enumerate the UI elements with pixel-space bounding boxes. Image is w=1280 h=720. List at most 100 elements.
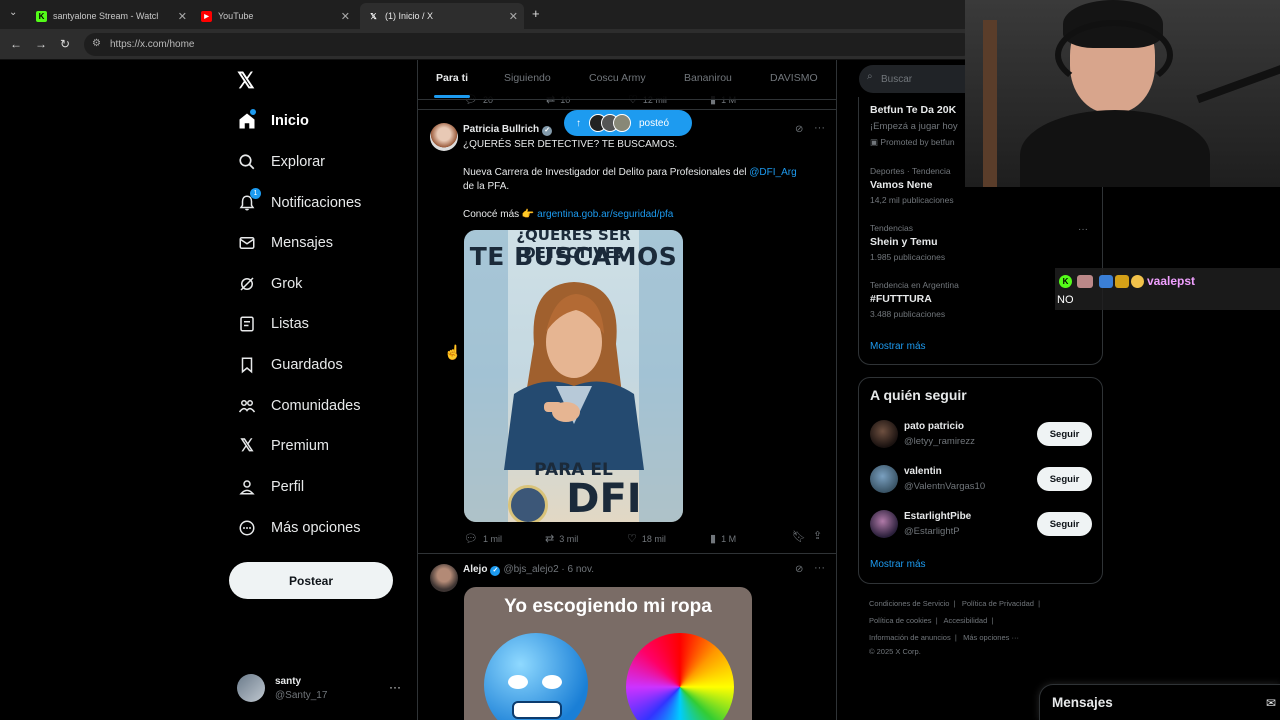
sidebar-item-mas-opciones[interactable]: Más opciones — [237, 515, 360, 541]
x-logo-icon[interactable]: 𝕏 — [237, 68, 255, 94]
close-icon[interactable]: ✕ — [178, 10, 187, 23]
poster-figure — [504, 282, 644, 470]
mention-link[interactable]: @DFI_Arg — [749, 167, 796, 178]
search-icon — [237, 152, 257, 172]
site-settings-icon[interactable]: ⚙ — [92, 38, 101, 49]
trend-context: Tendencias — [870, 223, 914, 233]
posted-label: posteó — [639, 117, 670, 129]
messages-drawer[interactable]: Mensajes ✉ — [1039, 684, 1280, 720]
new-posts-pill[interactable]: ↑ posteó — [564, 110, 692, 136]
sidebar-item-mensajes[interactable]: Mensajes — [237, 230, 333, 256]
show-more-link[interactable]: Mostrar más — [870, 559, 926, 570]
tab-x[interactable]: 𝕏 (1) Inicio / X ✕ — [360, 3, 524, 29]
forward-icon[interactable]: → — [35, 37, 47, 51]
trend-name[interactable]: Betfun Te Da 20K — [870, 104, 956, 116]
chat-badge-icon: K — [1059, 275, 1072, 288]
close-icon[interactable]: ✕ — [341, 10, 350, 23]
like-count[interactable]: ♡ 18 mil — [627, 532, 666, 545]
trend-name[interactable]: Shein y Temu — [870, 236, 938, 248]
guitar-neck — [983, 20, 997, 187]
sidebar-item-comunidades[interactable]: Comunidades — [237, 393, 360, 419]
repost-count[interactable]: ⇄ 3 mil — [545, 532, 578, 545]
tab-para-ti[interactable]: Para ti — [436, 72, 468, 84]
url-input[interactable]: ⚙ https://x.com/home — [84, 33, 974, 56]
account-switcher[interactable]: santy @Santy_17 ··· — [237, 674, 407, 706]
verified-badge-icon: ✓ — [490, 566, 501, 576]
chat-badge-icon — [1131, 275, 1144, 288]
close-icon[interactable]: ✕ — [509, 10, 518, 23]
verified-badge-icon: ✓ — [542, 126, 553, 136]
footer-link[interactable]: Más opciones ··· — [963, 633, 1019, 642]
sidebar-item-explorar[interactable]: Explorar — [237, 149, 325, 175]
notification-badge: 1 — [250, 188, 261, 199]
follow-button[interactable]: Seguir — [1037, 512, 1092, 536]
avatar[interactable] — [870, 510, 898, 538]
avatar[interactable] — [870, 465, 898, 493]
suggested-user-name[interactable]: EstarlightPibe — [904, 511, 971, 522]
show-more-link[interactable]: Mostrar más — [870, 341, 926, 352]
sidebar-item-guardados[interactable]: Guardados — [237, 352, 343, 378]
sidebar-item-inicio[interactable]: Inicio — [237, 108, 309, 134]
chat-username: vaalepst — [1147, 274, 1196, 288]
follow-button[interactable]: Seguir — [1037, 467, 1092, 491]
author-name[interactable]: Alejo ✓ @bjs_alejo2 · 6 nov. — [463, 564, 594, 576]
account-handle: @Santy_17 — [275, 690, 328, 701]
follow-button[interactable]: Seguir — [1037, 422, 1092, 446]
author-meta: @bjs_alejo2 · 6 nov. — [503, 564, 595, 575]
avatar-stack — [589, 114, 631, 132]
tab-siguiendo[interactable]: Siguiendo — [504, 72, 551, 84]
tab-youtube[interactable]: ▶ YouTube ✕ — [193, 3, 356, 29]
reply-count[interactable]: 💬︎ 1 mil — [464, 532, 502, 545]
footer-link[interactable]: Política de Privacidad — [962, 599, 1034, 608]
post-button[interactable]: Postear — [229, 562, 393, 599]
sidebar-item-grok[interactable]: Grok — [237, 271, 302, 297]
trend-name[interactable]: #FUTTTURA — [870, 293, 932, 305]
reload-icon[interactable]: ↻ — [60, 37, 70, 51]
suggested-user-name[interactable]: valentin — [904, 466, 942, 477]
mail-icon — [237, 233, 257, 253]
trend-sub: 3.488 publicaciones — [870, 309, 946, 319]
footer-link[interactable]: Política de cookies — [869, 616, 932, 625]
more-icon[interactable]: ··· — [814, 562, 825, 574]
footer-row: Condiciones de Servicio | Política de Pr… — [869, 599, 1041, 608]
share-icon[interactable]: ⇪ — [813, 529, 822, 542]
new-tab-icon[interactable]: + — [532, 6, 540, 21]
grok-icon[interactable]: ⊘ — [795, 124, 803, 135]
footer-link[interactable]: Información de anuncios — [869, 633, 951, 642]
bookmark-icon[interactable]: 🔖︎ — [792, 530, 806, 543]
sidebar-item-perfil[interactable]: Perfil — [237, 474, 304, 500]
back-icon[interactable]: ← — [10, 37, 22, 51]
more-icon[interactable]: ··· — [814, 122, 825, 134]
avatar[interactable] — [430, 123, 458, 151]
trend-name[interactable]: Vamos Nene — [870, 179, 932, 191]
avatar[interactable] — [430, 564, 458, 592]
arrow-up-icon: ↑ — [576, 117, 581, 129]
tab-list-chevron-icon[interactable]: ⌄ — [9, 7, 17, 18]
sidebar-item-premium[interactable]: 𝕏 Premium — [237, 433, 329, 459]
new-message-icon[interactable]: ✉ — [1266, 696, 1276, 710]
trend-sub: ¡Empezá a jugar hoy — [870, 121, 958, 132]
footer-link[interactable]: Condiciones de Servicio — [869, 599, 949, 608]
tab-coscu-army[interactable]: Coscu Army — [589, 72, 646, 84]
view-count[interactable]: ▮ 1 M — [710, 532, 736, 545]
more-icon[interactable]: ··· — [1078, 224, 1088, 235]
author-name[interactable]: Patricia Bullrich ✓ — [463, 124, 555, 136]
avatar[interactable] — [870, 420, 898, 448]
tab-bananirou[interactable]: Bananirou — [684, 72, 732, 84]
sidebar-item-notificaciones[interactable]: 1 Notificaciones — [237, 188, 361, 216]
tab-davismo[interactable]: DAVISMO — [770, 72, 818, 84]
cursor-hand-icon: ☝ — [444, 344, 462, 360]
suggested-user-name[interactable]: pato patricio — [904, 421, 964, 432]
tab-kick[interactable]: K santyalone Stream - Watch Live ✕ — [28, 3, 193, 29]
tweet-image[interactable]: ¿QUERÉS SER DETECTIVE? TE BUSCAMOS PARA … — [464, 230, 683, 522]
more-icon[interactable]: ··· — [389, 680, 401, 694]
sidebar-item-label: Perfil — [271, 479, 305, 495]
tweet-image[interactable]: Yo escogiendo mi ropa — [464, 587, 752, 720]
headphones — [1055, 20, 1173, 90]
footer-link[interactable]: Accesibilidad — [944, 616, 988, 625]
sidebar-item-listas[interactable]: Listas — [237, 311, 309, 337]
grok-icon[interactable]: ⊘ — [795, 564, 803, 575]
promoted-icon: ▣ — [870, 137, 881, 147]
url-link[interactable]: argentina.gob.ar/seguridad/pfa — [537, 209, 673, 220]
chat-overlay: K vaalepst NO — [1055, 268, 1280, 310]
